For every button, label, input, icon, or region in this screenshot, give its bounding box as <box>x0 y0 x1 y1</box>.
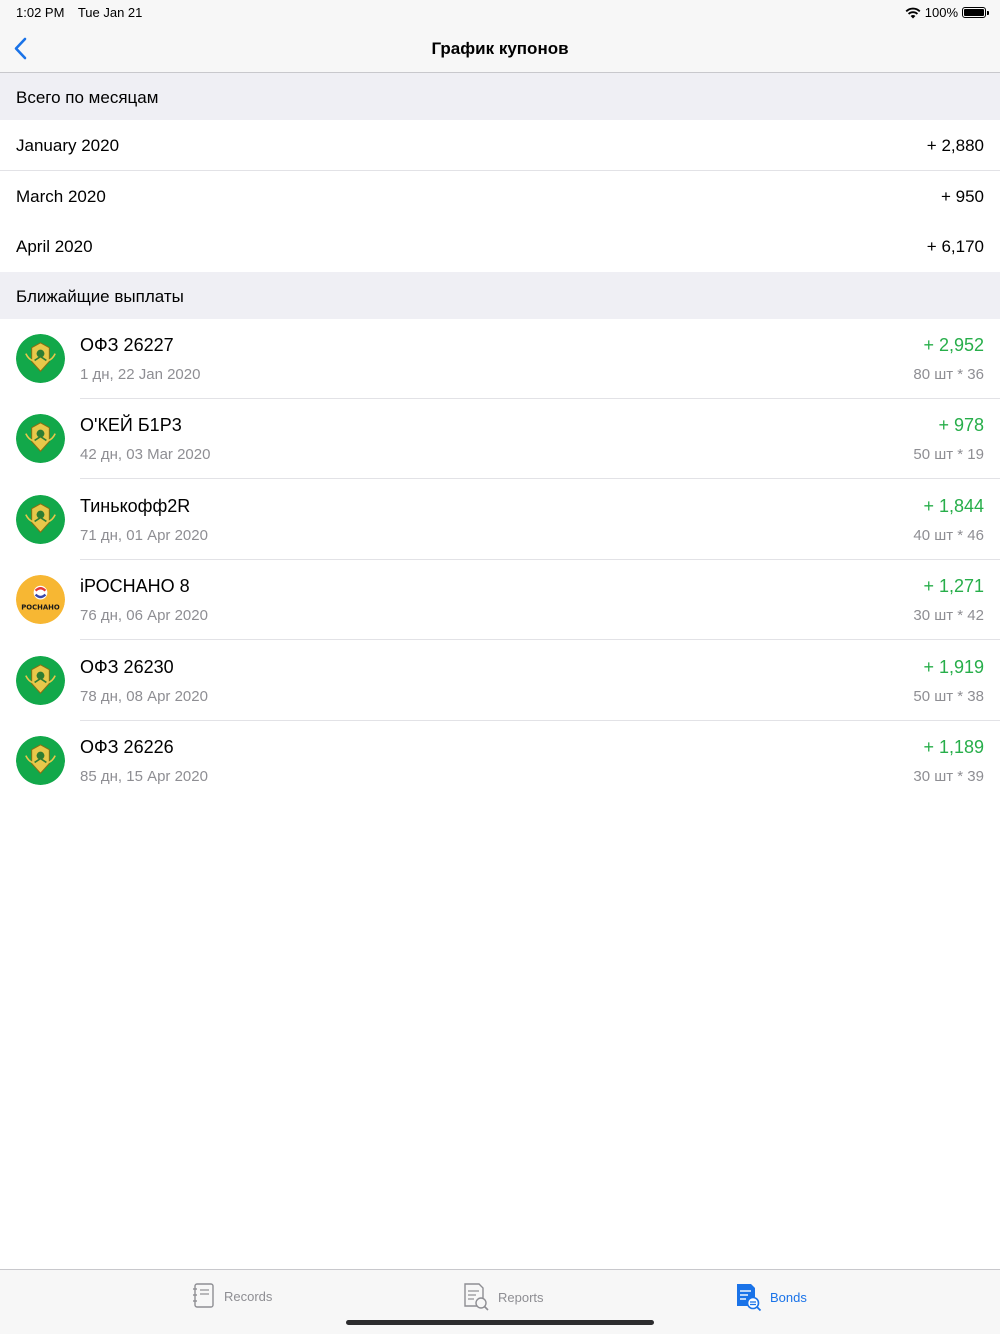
month-value: + 2,880 <box>926 136 984 155</box>
row-divider <box>80 639 1000 640</box>
month-label: April 2020 <box>16 237 93 256</box>
battery-percent: 100% <box>924 5 958 20</box>
bond-name: ОФЗ 26227 <box>80 335 174 355</box>
payment-row[interactable]: ОФЗ 26227 1 дн, 22 Jan 2020 + 2,952 80 ш… <box>0 319 1000 399</box>
tab-label: Records <box>224 1288 273 1304</box>
payment-row[interactable]: ОФЗ 26230 78 дн, 08 Apr 2020 + 1,919 50 … <box>0 641 1000 721</box>
payment-row[interactable]: О'КЕЙ Б1Р3 42 дн, 03 Mar 2020 + 978 50 ш… <box>0 399 1000 479</box>
payment-amount: + 1,271 <box>923 576 984 596</box>
status-time: 1:02 PM <box>16 5 65 20</box>
tab-records[interactable]: Records <box>192 1282 272 1310</box>
notebook-icon <box>193 1283 214 1308</box>
status-date: Tue Jan 21 <box>77 5 143 20</box>
home-indicator <box>346 1320 654 1325</box>
status-left: 1:02 PM Tue Jan 21 <box>16 5 152 20</box>
payment-row[interactable]: ОФЗ 26226 85 дн, 15 Apr 2020 + 1,189 30 … <box>0 721 1000 801</box>
payment-amount: + 2,952 <box>923 335 984 355</box>
month-row[interactable]: January 2020 + 2,880 <box>0 120 1000 171</box>
month-label: January 2020 <box>16 136 120 155</box>
page-title: График купонов <box>431 39 569 58</box>
payment-row[interactable]: РОСНАНО iРОСНАНО 8 76 дн, 06 Apr 2020 + … <box>0 560 1000 640</box>
month-value: + 950 <box>940 187 984 206</box>
status-bar: 1:02 PM Tue Jan 21 100% <box>0 0 1000 24</box>
wifi-icon <box>905 7 921 18</box>
payment-quantity: 30 шт * 42 <box>913 607 984 624</box>
bond-name: ОФЗ 26226 <box>80 737 174 757</box>
month-label: March 2020 <box>16 187 106 206</box>
tab-label: Bonds <box>770 1289 807 1305</box>
row-divider <box>80 478 1000 479</box>
payment-amount: + 1,919 <box>923 657 984 677</box>
payment-quantity: 40 шт * 46 <box>913 527 984 544</box>
payment-amount: + 1,844 <box>923 496 984 516</box>
rosnano-logo-icon: РОСНАНО <box>16 575 65 624</box>
navigation-bar: График купонов <box>0 24 1000 73</box>
payment-quantity: 30 шт * 39 <box>913 768 984 785</box>
battery-icon <box>962 7 989 18</box>
payment-date: 1 дн, 22 Jan 2020 <box>80 366 201 383</box>
bond-name: Тинькофф2R <box>80 496 191 516</box>
month-row[interactable]: April 2020 + 6,170 <box>0 221 1000 272</box>
bond-name: ОФЗ 26230 <box>80 657 174 677</box>
ofz-emblem-icon <box>16 334 65 383</box>
month-value: + 6,170 <box>926 237 984 256</box>
payment-date: 71 дн, 01 Apr 2020 <box>80 527 208 544</box>
tab-bonds[interactable]: Bonds <box>734 1282 807 1312</box>
section-header-monthly: Всего по месяцам <box>0 73 1000 120</box>
svg-text:РОСНАНО: РОСНАНО <box>21 603 60 611</box>
payment-quantity: 50 шт * 38 <box>913 688 984 705</box>
ofz-emblem-icon <box>16 656 65 705</box>
month-row[interactable]: March 2020 + 950 <box>0 171 1000 222</box>
payment-quantity: 50 шт * 19 <box>913 446 984 463</box>
payment-amount: + 1,189 <box>923 737 984 757</box>
payment-date: 85 дн, 15 Apr 2020 <box>80 768 208 785</box>
payment-row[interactable]: Тинькофф2R 71 дн, 01 Apr 2020 + 1,844 40… <box>0 480 1000 560</box>
bond-name: iРОСНАНО 8 <box>80 576 190 596</box>
bond-name: О'КЕЙ Б1Р3 <box>80 415 182 435</box>
payment-date: 78 дн, 08 Apr 2020 <box>80 688 208 705</box>
tab-reports[interactable]: Reports <box>462 1282 544 1312</box>
tab-label: Reports <box>498 1289 544 1305</box>
payment-quantity: 80 шт * 36 <box>913 366 984 383</box>
bonds-icon <box>737 1284 762 1312</box>
ofz-emblem-icon <box>16 495 65 544</box>
ofz-emblem-icon <box>16 414 65 463</box>
section-header-upcoming: Ближайщие выплаты <box>0 272 1000 319</box>
ofz-emblem-icon <box>16 736 65 785</box>
payment-date: 42 дн, 03 Mar 2020 <box>80 446 211 463</box>
payment-date: 76 дн, 06 Apr 2020 <box>80 607 208 624</box>
report-search-icon <box>464 1283 489 1311</box>
status-right: 100% <box>905 5 989 20</box>
payment-amount: + 978 <box>938 415 984 435</box>
